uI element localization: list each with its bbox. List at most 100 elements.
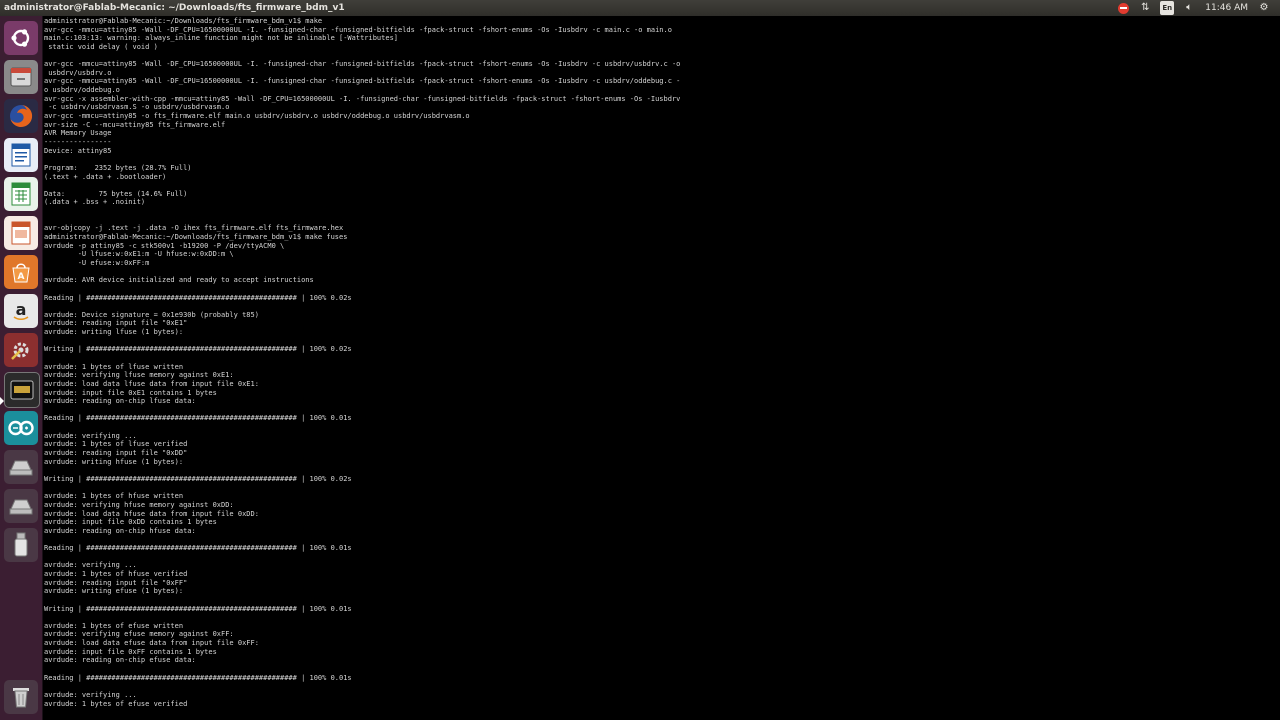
impress-slide-icon xyxy=(11,221,31,245)
terminal-line: Reading | ##############################… xyxy=(44,414,352,423)
terminal-line: Program: 2352 bytes (28.7% Full) xyxy=(44,163,192,172)
launcher-files[interactable] xyxy=(4,60,38,94)
clock[interactable]: 11:46 AM xyxy=(1205,3,1248,13)
panel-indicators: ⇅ En 🔈︎ 11:46 AM ⚙︎ xyxy=(1117,1,1280,15)
terminal-output[interactable]: administrator@Fablab-Mecanic:~/Downloads… xyxy=(43,16,1280,708)
firefox-icon xyxy=(10,104,33,127)
terminal-line: Device: attiny85 xyxy=(44,146,112,155)
terminal-line: Writing | ##############################… xyxy=(44,474,352,483)
terminal-line: avrdude: 1 bytes of lfuse verified xyxy=(44,440,188,449)
terminal-line: static void delay ( void ) xyxy=(44,42,158,51)
terminal-line: avrdude: input file 0xE1 contains 1 byte… xyxy=(44,388,217,397)
drive-icon xyxy=(9,499,33,515)
terminal-line: avrdude -p attiny85 -c stk500v1 -b19200 … xyxy=(44,241,285,250)
writer-doc-icon xyxy=(11,143,31,167)
launcher-impress[interactable] xyxy=(4,216,38,250)
launcher-firefox[interactable] xyxy=(4,99,38,133)
network-updown-icon[interactable]: ⇅ xyxy=(1139,2,1151,14)
terminal-line: avr-objcopy -j .text -j .data -O ihex ft… xyxy=(44,224,344,233)
file-cabinet-icon xyxy=(10,67,32,87)
terminal-line: avrdude: reading on-chip efuse data: xyxy=(44,656,196,665)
launcher-drive-2[interactable] xyxy=(4,489,38,523)
terminal-line: -U lfuse:w:0xE1:m -U hfuse:w:0xDD:m \ xyxy=(44,250,234,259)
top-panel: administrator@Fablab-Mecanic: ~/Download… xyxy=(0,0,1280,16)
terminal-line: o usbdrv/oddebug.o xyxy=(44,86,120,95)
terminal-line: avrdude: verifying ... xyxy=(44,561,137,570)
terminal-line: avrdude: reading input file "0xE1" xyxy=(44,319,188,328)
terminal-window[interactable]: administrator@Fablab-Mecanic:~/Downloads… xyxy=(43,16,1280,720)
terminal-line: avr-gcc -mmcu=attiny85 -Wall -DF_CPU=165… xyxy=(44,25,672,34)
launcher-trash[interactable] xyxy=(4,680,38,714)
settings-tools-icon xyxy=(11,342,29,360)
terminal-line: avrdude: Device signature = 0x1e930b (pr… xyxy=(44,310,259,319)
terminal-line: avrdude: input file 0xDD contains 1 byte… xyxy=(44,518,217,527)
terminal-line: avrdude: input file 0xFF contains 1 byte… xyxy=(44,647,217,656)
terminal-line: avrdude: 1 bytes of hfuse written xyxy=(44,492,184,501)
launcher: A a xyxy=(0,16,43,720)
launcher-software-center[interactable]: A xyxy=(4,255,38,289)
launcher-ubuntu-dash[interactable] xyxy=(4,21,38,55)
terminal-line: Reading | ##############################… xyxy=(44,673,352,682)
arduino-icon xyxy=(8,420,34,436)
terminal-line: Writing | ##############################… xyxy=(44,604,352,613)
launcher-arduino[interactable] xyxy=(4,411,38,445)
calc-sheet-icon xyxy=(11,182,31,206)
notification-stop-icon[interactable] xyxy=(1117,2,1129,14)
terminal-line: Reading | ##############################… xyxy=(44,544,352,553)
ubuntu-logo-icon xyxy=(11,29,30,47)
terminal-line: main.c:103:13: warning: always_inline fu… xyxy=(44,34,399,43)
terminal-line: Data: 75 bytes (14.6% Full) xyxy=(44,189,188,198)
terminal-line: (.data + .bss + .noinit) xyxy=(44,198,146,207)
terminal-line: -U efuse:w:0xFF:m xyxy=(44,258,150,267)
usb-stick-icon xyxy=(14,532,28,557)
software-center-icon: A xyxy=(12,263,30,283)
drive-icon xyxy=(9,460,33,476)
terminal-line: administrator@Fablab-Mecanic:~/Downloads… xyxy=(44,17,323,25)
launcher-drive-1[interactable] xyxy=(4,450,38,484)
terminal-line: avr-gcc -mmcu=attiny85 -Wall -DF_CPU=165… xyxy=(44,77,681,86)
terminal-line: Reading | ##############################… xyxy=(44,293,352,302)
terminal-line: avrdude: reading input file "0xDD" xyxy=(44,449,188,458)
volume-icon[interactable]: 🔈︎ xyxy=(1183,2,1195,14)
terminal-line: avr-gcc -mmcu=attiny85 -o fts_firmware.e… xyxy=(44,112,470,121)
launcher-amazon[interactable]: a xyxy=(4,294,38,328)
launcher-terminal[interactable] xyxy=(4,372,40,408)
launcher-system-settings[interactable] xyxy=(4,333,38,367)
svg-text:a: a xyxy=(16,300,27,319)
terminal-line: avrdude: verifying lfuse memory against … xyxy=(44,371,234,380)
terminal-line: Writing | ##############################… xyxy=(44,345,352,354)
window-title: administrator@Fablab-Mecanic: ~/Download… xyxy=(4,3,345,13)
launcher-writer[interactable] xyxy=(4,138,38,172)
launcher-usb-drive[interactable] xyxy=(4,528,38,562)
terminal-line: avrdude: writing efuse (1 bytes): xyxy=(44,587,184,596)
terminal-line: avrdude: 1 bytes of efuse written xyxy=(44,621,184,630)
terminal-line: avrdude: load data hfuse data from input… xyxy=(44,509,259,518)
terminal-line: avrdude: AVR device initialized and read… xyxy=(44,276,314,285)
terminal-line: avrdude: writing lfuse (1 bytes): xyxy=(44,328,184,337)
terminal-line: avrdude: verifying hfuse memory against … xyxy=(44,500,234,509)
terminal-line: AVR Memory Usage xyxy=(44,129,112,138)
amazon-icon: a xyxy=(13,300,29,321)
terminal-line: avrdude: load data lfuse data from input… xyxy=(44,379,259,388)
power-gear-icon[interactable]: ⚙︎ xyxy=(1258,2,1270,14)
keyboard-layout-label: En xyxy=(1160,1,1175,15)
terminal-line: avrdude: writing hfuse (1 bytes): xyxy=(44,457,184,466)
launcher-calc[interactable] xyxy=(4,177,38,211)
terminal-line: avr-size -C --mcu=attiny85 fts_firmware.… xyxy=(44,120,226,129)
keyboard-layout-indicator[interactable]: En xyxy=(1160,1,1175,15)
